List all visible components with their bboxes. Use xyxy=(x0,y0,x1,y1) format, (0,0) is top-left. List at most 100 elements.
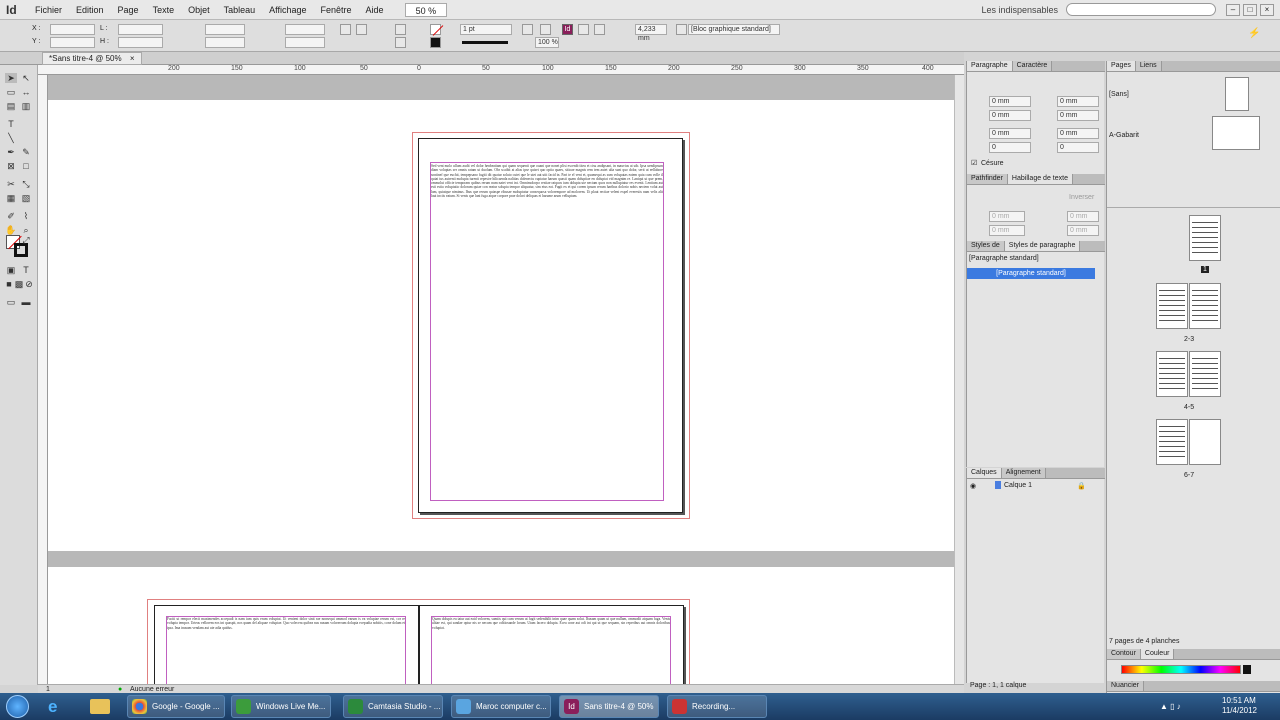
rotate-field[interactable] xyxy=(285,24,325,35)
menu-fichier[interactable]: Fichier xyxy=(28,5,69,15)
fit-frame-icon[interactable] xyxy=(540,24,551,35)
space-after-field[interactable]: 0 mm xyxy=(1057,128,1099,139)
stroke-color-icon[interactable] xyxy=(14,243,28,257)
distribute-icon[interactable] xyxy=(594,24,605,35)
right-indent-field[interactable]: 0 mm xyxy=(1057,96,1099,107)
hand-tool-icon[interactable]: ✋ xyxy=(5,225,17,235)
taskbar-item-camtasia[interactable]: Camtasia Studio - ... xyxy=(343,695,443,718)
invert-checkbox-label[interactable]: Inverser xyxy=(1069,194,1094,201)
menu-fenetre[interactable]: Fenêtre xyxy=(314,5,359,15)
menu-objet[interactable]: Objet xyxy=(181,5,217,15)
internet-explorer-icon[interactable]: e xyxy=(48,697,68,716)
select-content-icon[interactable] xyxy=(395,37,406,48)
align-icon[interactable] xyxy=(578,24,589,35)
note-tool-icon[interactable]: ✐ xyxy=(5,211,17,221)
minimize-icon[interactable]: – xyxy=(1226,3,1240,16)
rectangle-frame-tool-icon[interactable]: ⊠ xyxy=(5,161,17,171)
drop-cap-chars-field[interactable]: 0 xyxy=(1057,142,1099,153)
select-container-icon[interactable] xyxy=(395,24,406,35)
clock-time[interactable]: 10:51 AM xyxy=(1222,696,1256,705)
formatting-text-icon[interactable]: T xyxy=(20,265,32,275)
gradient-swatch-tool-icon[interactable]: ▦ xyxy=(5,193,17,203)
master-a[interactable]: A-Gabarit xyxy=(1109,132,1139,139)
menu-edition[interactable]: Edition xyxy=(69,5,111,15)
taskbar-item-chrome[interactable]: Google - Google ... xyxy=(127,695,225,718)
explorer-folder-icon[interactable] xyxy=(90,699,110,714)
fit-content-icon[interactable] xyxy=(522,24,533,35)
pencil-tool-icon[interactable]: ✎ xyxy=(20,147,32,157)
rotate-icon[interactable] xyxy=(340,24,351,35)
first-line-indent-field[interactable]: 0 mm xyxy=(989,110,1031,121)
scale-y-field[interactable] xyxy=(205,37,245,48)
y-field[interactable] xyxy=(50,37,95,48)
wrap-right-offset-field[interactable]: 0 mm xyxy=(1067,225,1099,236)
page-tool-icon[interactable]: ▭ xyxy=(5,87,17,97)
swap-colors-icon[interactable]: ⤢ xyxy=(20,235,32,245)
stroke-type-select[interactable] xyxy=(462,41,508,44)
body-text-frame[interactable]: Sed vent molo ullum audit vel dolor henb… xyxy=(431,164,663,498)
taskbar-item-recording[interactable]: Recording... xyxy=(667,695,767,718)
menu-aide[interactable]: Aide xyxy=(359,5,391,15)
scissors-tool-icon[interactable]: ✂ xyxy=(5,179,17,189)
rectangle-tool-icon[interactable]: □ xyxy=(20,161,32,171)
screen-mode-icon[interactable]: ▬ xyxy=(20,297,32,307)
tab-links[interactable]: Liens xyxy=(1135,61,1162,71)
object-style-icon[interactable] xyxy=(676,24,687,35)
hyphenate-checkbox[interactable]: ☑ xyxy=(971,159,977,167)
line-tool-icon[interactable]: ╲ xyxy=(5,133,17,143)
style-item-selected[interactable]: [Paragraphe standard] xyxy=(967,268,1095,279)
black-swatch[interactable] xyxy=(1243,665,1251,674)
width-field[interactable] xyxy=(118,24,163,35)
page-thumb-1[interactable] xyxy=(1189,215,1221,261)
apply-none-icon[interactable]: ⊘ xyxy=(23,279,35,289)
content-collector-icon[interactable]: ▤ xyxy=(5,101,17,111)
shear-field[interactable] xyxy=(285,37,325,48)
wrap-top-offset-field[interactable]: 0 mm xyxy=(989,211,1025,222)
formatting-container-icon[interactable]: ▣ xyxy=(5,265,17,275)
type-tool-icon[interactable]: T xyxy=(5,119,17,129)
document-canvas[interactable]: Sed vent molo ullum audit vel dolor henb… xyxy=(48,75,954,685)
body-text-frame[interactable]: Quam dolupis ea tatur aut eaid volorem, … xyxy=(432,617,670,683)
flip-icon[interactable] xyxy=(356,24,367,35)
stroke-weight-field[interactable]: 1 pt xyxy=(460,24,512,35)
tab-pages[interactable]: Pages xyxy=(1107,61,1136,71)
space-before-field[interactable]: 0 mm xyxy=(989,128,1031,139)
close-tab-icon[interactable]: × xyxy=(130,54,135,63)
indesign-fx-icon[interactable]: Id xyxy=(562,24,573,35)
master-none-thumb[interactable] xyxy=(1225,77,1249,111)
master-a-thumb[interactable] xyxy=(1212,116,1260,150)
corner-size-field[interactable]: 4,233 mm xyxy=(635,24,667,42)
help-search-input[interactable] xyxy=(1066,3,1216,16)
menu-tableau[interactable]: Tableau xyxy=(217,5,263,15)
workspace-switcher[interactable]: Les indispensables xyxy=(981,5,1066,15)
page-thumb-4[interactable] xyxy=(1156,351,1188,397)
page-thumb-5[interactable] xyxy=(1189,351,1221,397)
left-indent-field[interactable]: 0 mm xyxy=(989,96,1031,107)
page-thumb-2[interactable] xyxy=(1156,283,1188,329)
tab-stroke[interactable]: Contour xyxy=(1107,649,1141,659)
view-mode-icon[interactable]: ▭ xyxy=(5,297,17,307)
object-style-select[interactable]: [Bloc graphique standard] xyxy=(688,24,780,35)
lock-icon[interactable]: 🔒 xyxy=(1077,482,1086,490)
gap-tool-icon[interactable]: ↔ xyxy=(20,87,32,97)
tab-pathfinder[interactable]: Pathfinder xyxy=(967,174,1008,184)
start-button-icon[interactable] xyxy=(6,695,29,718)
taskbar-item-indesign[interactable]: Id Sans titre-4 @ 50% xyxy=(559,695,659,718)
zoom-tool-icon[interactable]: ⌕ xyxy=(20,225,32,235)
page-thumb-3[interactable] xyxy=(1189,283,1221,329)
x-field[interactable] xyxy=(50,24,95,35)
content-placer-icon[interactable]: ▥ xyxy=(20,101,32,111)
tab-paragraph-styles[interactable]: Styles de paragraphe xyxy=(1004,241,1081,251)
clock-date[interactable]: 11/4/2012 xyxy=(1222,706,1257,715)
tab-swatches[interactable]: Nuancier xyxy=(1107,681,1145,691)
taskbar-item-messenger[interactable]: Windows Live Me... xyxy=(231,695,331,718)
body-text-frame[interactable]: Faciti ut rempor elecit maximendes accep… xyxy=(167,617,405,683)
page-thumb-7[interactable] xyxy=(1189,419,1221,465)
last-line-indent-field[interactable]: 0 mm xyxy=(1057,110,1099,121)
selection-tool-icon[interactable]: ➤ xyxy=(5,73,17,83)
tab-text-wrap[interactable]: Habillage de texte xyxy=(1007,174,1073,184)
wrap-bottom-offset-field[interactable]: 0 mm xyxy=(989,225,1025,236)
document-tab[interactable]: *Sans titre-4 @ 50% × xyxy=(42,52,142,65)
wrap-left-offset-field[interactable]: 0 mm xyxy=(1067,211,1099,222)
eyedropper-tool-icon[interactable]: ⌇ xyxy=(20,211,32,221)
